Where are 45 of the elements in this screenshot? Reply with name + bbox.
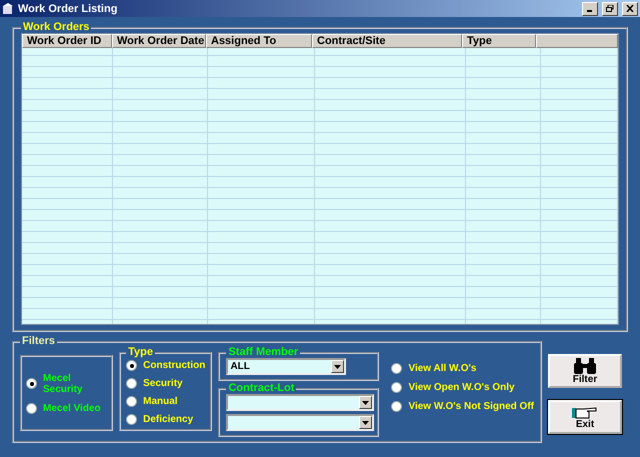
restore-icon [606, 5, 614, 12]
radio-button[interactable] [391, 363, 402, 374]
close-icon [626, 5, 634, 12]
group-title: Staff Member [227, 347, 300, 358]
contract-lot-dropdown[interactable] [226, 394, 374, 411]
window-title: Work Order Listing [18, 2, 118, 14]
pointing-hand-icon [572, 404, 598, 418]
radio-button[interactable] [391, 401, 402, 412]
column-header[interactable]: Assigned To [206, 34, 312, 48]
radio-button[interactable] [126, 414, 138, 425]
radio-option[interactable]: View W.O's Not Signed Off [391, 401, 534, 412]
radio-option[interactable]: Mecel Video [26, 402, 112, 414]
radio-button[interactable] [26, 378, 37, 389]
filter-button[interactable]: Filter [548, 354, 622, 388]
contract-lot-dropdown[interactable] [226, 414, 374, 431]
radio-option[interactable]: Deficiency [126, 414, 206, 425]
radio-option[interactable]: Security [126, 378, 206, 389]
restore-button[interactable] [602, 2, 618, 16]
column-header[interactable]: Contract/Site [312, 34, 462, 48]
radio-option[interactable]: Construction [126, 360, 206, 371]
group-title: Contract-Lot [227, 383, 296, 394]
dropdown-arrow-icon [362, 420, 370, 424]
radio-option[interactable]: View All W.O's [391, 363, 534, 374]
radio-option[interactable]: Mecel Security [26, 372, 112, 394]
radio-button[interactable] [26, 402, 37, 414]
radio-option[interactable]: View Open W.O's Only [391, 382, 534, 393]
dropdown-arrow-icon [362, 400, 370, 404]
exit-button[interactable]: Exit [548, 400, 622, 434]
minimize-button[interactable] [582, 2, 598, 16]
radio-option[interactable]: Manual [126, 396, 206, 407]
binoculars-icon [573, 358, 597, 374]
column-header[interactable]: Work Order ID [22, 34, 112, 48]
close-button[interactable] [622, 2, 638, 16]
column-header[interactable]: Type [462, 34, 536, 48]
radio-button[interactable] [126, 360, 138, 371]
window-icon [2, 2, 14, 14]
radio-button[interactable] [126, 378, 138, 389]
dropdown-arrow-icon [334, 364, 342, 368]
group-title: Work Orders [22, 22, 90, 33]
radio-button[interactable] [391, 382, 402, 393]
column-header[interactable]: Work Order Date [112, 34, 206, 48]
group-title: Filters [21, 336, 56, 347]
staff-member-dropdown[interactable]: ALL [226, 358, 346, 375]
group-title: Type [127, 347, 154, 358]
radio-button[interactable] [126, 396, 138, 407]
